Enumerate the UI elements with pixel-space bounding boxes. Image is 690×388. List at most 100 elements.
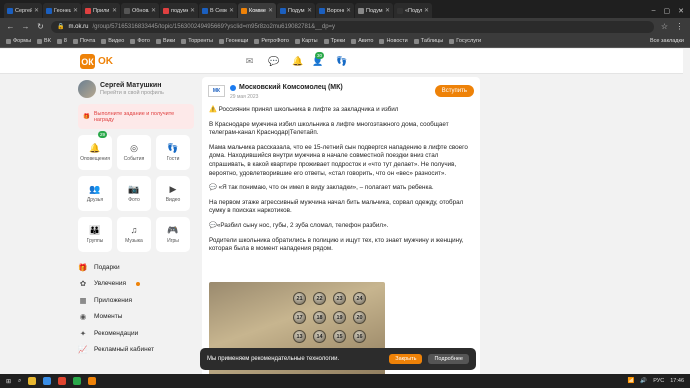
bookmark-item[interactable]: Новости — [379, 38, 408, 44]
tab-label: Сергей — [15, 7, 32, 14]
tab-close-icon[interactable]: ✕ — [307, 7, 312, 14]
groups-icon: 👪 — [89, 225, 101, 235]
browser-tab[interactable]: Сергей ✕ — [4, 3, 42, 18]
bookmark-item[interactable]: Торренты — [181, 38, 213, 44]
tab-favicon — [280, 7, 286, 14]
bookmark-item[interactable]: Формы — [6, 38, 31, 44]
bookmark-item[interactable]: Фото — [130, 38, 150, 44]
messages-icon[interactable]: ✉ — [244, 56, 255, 67]
group-logo[interactable]: МК — [208, 85, 225, 97]
forward-icon[interactable]: → — [21, 22, 30, 31]
bookmark-item[interactable]: Госуслуги — [449, 38, 481, 44]
tab-close-icon[interactable]: ✕ — [190, 7, 195, 14]
notifications-icon[interactable]: 🔔 — [292, 56, 303, 67]
tab-close-icon[interactable]: ✕ — [346, 7, 351, 14]
nav-tile-label: Группы — [86, 238, 104, 244]
clock[interactable]: 17:46 — [670, 378, 684, 384]
maximize-icon[interactable]: ▢ — [664, 7, 671, 15]
bookmark-item[interactable]: 8 — [56, 38, 67, 44]
nav-tile[interactable]: 👪 Группы — [78, 217, 112, 252]
app-orange-icon[interactable] — [88, 377, 97, 385]
side-menu-item[interactable]: ▦ Приложения — [78, 293, 194, 308]
browser-tab[interactable]: Прили ✕ — [82, 3, 120, 18]
star-icon[interactable]: ☆ — [660, 22, 669, 31]
page-scrollbar[interactable] — [683, 49, 690, 371]
bookmark-item[interactable]: Авито — [351, 38, 373, 44]
profile-link[interactable]: Перейти в свой профиль — [100, 90, 164, 96]
tab-close-icon[interactable]: ✕ — [112, 7, 117, 14]
cookie-close-button[interactable]: Закрыть — [389, 354, 423, 364]
tab-close-icon[interactable]: ✕ — [424, 7, 429, 14]
nav-tile[interactable]: 🔔 Оповещения 29 — [78, 131, 112, 170]
browser-tab[interactable]: В Севе ✕ — [199, 3, 237, 18]
bookmark-favicon — [351, 38, 357, 44]
browser-tab[interactable]: Подумк✕ — [355, 3, 393, 18]
side-menu-item[interactable]: 📈 Рекламный кабинет — [78, 343, 194, 358]
profile-name[interactable]: Сергей Матушкин — [100, 82, 164, 89]
nav-tile[interactable]: 👥 Друзья — [78, 176, 112, 211]
browser-tab[interactable]: Геонещи✕ — [43, 3, 81, 18]
profile-block[interactable]: Сергей Матушкин Перейти в свой профиль — [78, 78, 194, 100]
side-menu-item[interactable]: ✿ Увлечения — [78, 277, 194, 292]
side-menu-item[interactable]: ✦ Рекомендации — [78, 326, 194, 341]
bookmark-item[interactable]: ВК — [37, 38, 51, 44]
avatar[interactable] — [78, 80, 96, 98]
nav-tile[interactable]: 👣 Гости — [156, 135, 190, 170]
join-button[interactable]: Вступить — [434, 85, 474, 97]
bookmark-item[interactable]: Карты — [294, 38, 318, 44]
browser-tab[interactable]: Воронк ✕ — [316, 3, 354, 18]
nav-tile[interactable]: ◎ События — [117, 135, 151, 170]
taskbar-search-icon[interactable]: ⌕ — [18, 378, 21, 385]
tab-close-icon[interactable]: ✕ — [229, 7, 234, 14]
bookmark-item[interactable]: Таблицы — [413, 38, 443, 44]
guests-header-icon[interactable]: 👣 — [336, 56, 347, 67]
browser-chrome-icon[interactable] — [58, 377, 67, 385]
browser-tab[interactable]: Обновл✕ — [121, 3, 159, 18]
browser-edge-icon[interactable] — [43, 377, 52, 385]
browser-tab[interactable]: подумк ✕ — [160, 3, 198, 18]
menu-dots-icon[interactable]: ⋮ — [675, 22, 684, 31]
cookie-more-button[interactable]: Подробнее — [428, 354, 469, 364]
browser-tab[interactable]: «Подум✕ — [394, 3, 432, 18]
bookmark-item[interactable]: Вики — [155, 38, 175, 44]
tab-close-icon[interactable]: ✕ — [268, 7, 273, 14]
minimize-icon[interactable]: – — [652, 7, 656, 15]
bookmark-item[interactable]: Треки — [323, 38, 345, 44]
tab-close-icon[interactable]: ✕ — [151, 7, 156, 14]
volume-icon[interactable]: 🔊 — [640, 378, 647, 384]
tab-close-icon[interactable]: ✕ — [385, 7, 390, 14]
app-green-icon[interactable] — [73, 377, 82, 385]
nav-tile[interactable]: ▶ Видео — [156, 176, 190, 211]
side-menu-item[interactable]: ◉ Моменты — [78, 310, 194, 325]
ok-brand[interactable]: OK — [98, 56, 113, 67]
all-bookmarks[interactable]: Все закладки — [650, 38, 684, 44]
tab-close-icon[interactable]: ✕ — [73, 7, 78, 14]
browser-tab[interactable]: Комме ✕ — [238, 3, 276, 18]
browser-tab[interactable]: Подумы✕ — [277, 3, 315, 18]
url-input[interactable]: 🔒 m.ok.ru /group/57165316833445/topic/15… — [51, 20, 654, 33]
folder-icon[interactable] — [28, 377, 37, 385]
side-menu-label: Рекомендации — [94, 329, 139, 337]
bookmark-item[interactable]: РетроФото — [254, 38, 289, 44]
network-icon[interactable]: 📶 — [628, 378, 635, 384]
nav-tile[interactable]: 📷 Фото — [117, 176, 151, 211]
bookmark-item[interactable]: Почта — [72, 38, 95, 44]
promo-banner[interactable]: 🎁 Выполните задание и получите награду — [78, 104, 194, 129]
group-name[interactable]: Московский Комсомолец (МК) — [239, 84, 343, 91]
tab-close-icon[interactable]: ✕ — [34, 7, 39, 14]
reload-icon[interactable]: ↻ — [36, 22, 45, 31]
bookmark-item[interactable]: Видео — [101, 38, 124, 44]
nav-tile-label: Оповещения — [80, 156, 110, 162]
bookmark-favicon — [323, 38, 329, 44]
discussions-icon[interactable]: 💬 — [268, 56, 279, 67]
side-menu-item[interactable]: 🎁 Подарки — [78, 260, 194, 275]
bookmark-item[interactable]: Геонещи — [218, 38, 248, 44]
ok-logo[interactable]: ОК — [80, 54, 95, 69]
nav-tile[interactable]: 🎮 Игры — [156, 217, 190, 252]
nav-tile[interactable]: ♫ Музыка — [117, 217, 151, 252]
back-icon[interactable]: ← — [6, 22, 15, 31]
tab-favicon — [124, 7, 130, 14]
windows-start-icon[interactable]: ⊞ — [6, 378, 11, 385]
language-indicator[interactable]: РУС — [653, 378, 664, 384]
close-window-icon[interactable]: ✕ — [678, 7, 684, 15]
